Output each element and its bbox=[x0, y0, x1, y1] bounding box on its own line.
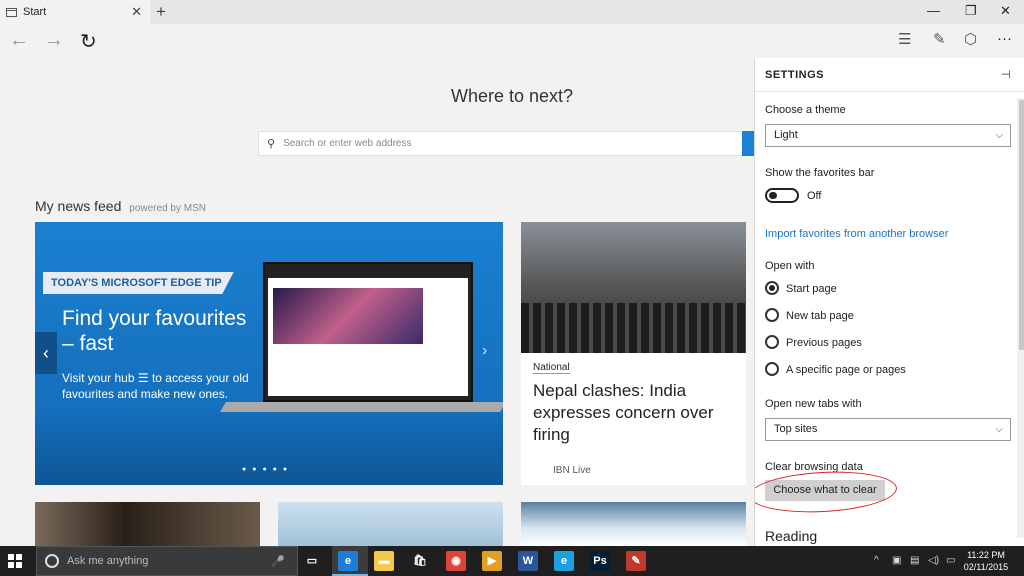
feed-title-text: My news feed bbox=[35, 198, 122, 214]
tab-close-icon[interactable]: ✕ bbox=[131, 4, 142, 20]
news-photo bbox=[521, 222, 746, 353]
news-feed-title: My news feed powered by MSN bbox=[35, 198, 206, 214]
new-tabs-label: Open new tabs with bbox=[765, 398, 862, 410]
refresh-button[interactable]: ↻ bbox=[80, 29, 97, 54]
divider bbox=[755, 91, 1024, 92]
page-heading: Where to next? bbox=[450, 86, 574, 106]
radio-start-page[interactable] bbox=[765, 281, 779, 295]
taskbar: Ask me anything 🎤 ▭ e ▬ 🛍 ◉ ▶ We Ps ✎ ^ ▣ ▤ ◁) ▭… bbox=[0, 546, 1024, 576]
file-explorer-icon[interactable]: ▬ bbox=[374, 551, 394, 571]
action-center-icon[interactable]: ▭ bbox=[946, 555, 955, 566]
hub-icon[interactable]: ☰ bbox=[898, 30, 911, 48]
more-icon[interactable]: ··· bbox=[997, 30, 1012, 47]
import-favorites-link[interactable]: Import favorites from another browser bbox=[765, 228, 948, 240]
radio-specific-pages[interactable] bbox=[765, 362, 779, 376]
search-input[interactable]: ⚲ Search or enter web address bbox=[258, 131, 750, 156]
tab-bar: Start ✕ + — ❐ ✕ bbox=[0, 0, 1024, 24]
minimize-button[interactable]: — bbox=[927, 3, 940, 18]
chevron-down-icon: ⌵ bbox=[995, 130, 1003, 141]
open-with-label: Open with bbox=[765, 260, 815, 272]
reading-section-title: Reading bbox=[765, 528, 818, 544]
notification-icon[interactable]: ▣ bbox=[892, 555, 901, 566]
settings-pane: SETTINGS ⊣ Choose a theme Light ⌵ Show t… bbox=[754, 58, 1024, 546]
hub-icon: ☰ bbox=[137, 371, 149, 385]
radio-new-tab-page[interactable] bbox=[765, 308, 779, 322]
cortana-placeholder: Ask me anything bbox=[67, 555, 149, 567]
radio-label: New tab page bbox=[786, 310, 854, 322]
radio-label: Start page bbox=[786, 283, 837, 295]
restore-button[interactable]: ❐ bbox=[965, 3, 977, 19]
carousel-dots[interactable]: ●●●●● bbox=[242, 466, 293, 473]
chrome-icon[interactable]: ◉ bbox=[446, 551, 466, 571]
edge-tip-card[interactable]: TODAY'S MICROSOFT EDGE TIP Find your fav… bbox=[35, 222, 503, 485]
news-source: IBN Live bbox=[553, 465, 591, 476]
favorites-bar-state: Off bbox=[807, 190, 822, 202]
settings-scrollbar[interactable] bbox=[1017, 98, 1024, 538]
theme-label: Choose a theme bbox=[765, 104, 846, 116]
web-note-icon[interactable]: ✎ bbox=[933, 30, 946, 48]
favorites-bar-toggle[interactable] bbox=[765, 188, 799, 203]
theme-value: Light bbox=[774, 129, 798, 141]
radio-previous-pages[interactable] bbox=[765, 335, 779, 349]
tip-badge: TODAY'S MICROSOFT EDGE TIP bbox=[43, 272, 234, 294]
show-hidden-icons[interactable]: ^ bbox=[874, 555, 879, 566]
news-category[interactable]: National bbox=[533, 362, 570, 374]
tab-title: Start bbox=[23, 6, 47, 18]
new-tabs-select[interactable]: Top sites ⌵ bbox=[765, 418, 1011, 441]
edge-icon[interactable]: e bbox=[338, 551, 358, 571]
clock-date: 02/11/2015 bbox=[963, 562, 1009, 572]
cortana-icon bbox=[45, 554, 59, 568]
laptop-illustration bbox=[220, 262, 503, 412]
task-view-icon[interactable]: ▭ bbox=[302, 551, 322, 571]
navigation-bar: ← → ↻ ☰ ✎ ⬡ ··· bbox=[0, 24, 1024, 58]
volume-icon[interactable]: ◁) bbox=[928, 555, 939, 566]
feed-powered-by: powered by MSN bbox=[129, 203, 206, 214]
news-thumbnail[interactable] bbox=[278, 502, 503, 546]
windows-start-icon[interactable] bbox=[8, 554, 22, 568]
search-placeholder: Search or enter web address bbox=[283, 138, 412, 149]
paint-icon[interactable]: ✎ bbox=[626, 551, 646, 571]
close-window-button[interactable]: ✕ bbox=[1000, 3, 1011, 19]
tip-description: Visit your hub ☰ to access your old favo… bbox=[62, 370, 262, 402]
microphone-icon[interactable]: 🎤 bbox=[271, 555, 285, 568]
media-player-icon[interactable]: ▶ bbox=[482, 551, 502, 571]
news-card[interactable]: National Nepal clashes: India expresses … bbox=[521, 222, 746, 485]
word-icon[interactable]: W bbox=[518, 551, 538, 571]
theme-select[interactable]: Light ⌵ bbox=[765, 124, 1011, 147]
photoshop-icon[interactable]: Ps bbox=[590, 551, 610, 571]
tab-start[interactable]: Start ✕ bbox=[0, 0, 150, 24]
internet-explorer-icon[interactable]: e bbox=[554, 551, 574, 571]
radio-label: A specific page or pages bbox=[786, 364, 906, 376]
pin-icon[interactable]: ⊣ bbox=[1001, 68, 1011, 81]
search-icon: ⚲ bbox=[267, 138, 276, 150]
store-icon[interactable]: 🛍 bbox=[410, 551, 430, 571]
settings-title: SETTINGS bbox=[765, 69, 825, 81]
new-tab-button[interactable]: + bbox=[156, 2, 166, 22]
tip-title: Find your favourites – fast bbox=[62, 307, 247, 355]
news-thumbnail[interactable] bbox=[35, 502, 260, 546]
red-annotation-circle bbox=[755, 468, 898, 516]
forward-button[interactable]: → bbox=[44, 29, 64, 52]
radio-label: Previous pages bbox=[786, 337, 862, 349]
clock-time: 11:22 PM bbox=[967, 550, 1005, 560]
carousel-prev-button[interactable]: ‹ bbox=[35, 332, 57, 374]
back-button[interactable]: ← bbox=[9, 29, 29, 52]
news-headline[interactable]: Nepal clashes: India expresses concern o… bbox=[533, 380, 738, 446]
news-thumbnail[interactable] bbox=[521, 502, 746, 546]
chevron-down-icon: ⌵ bbox=[995, 424, 1003, 435]
page-icon bbox=[6, 7, 17, 17]
favorites-bar-label: Show the favorites bar bbox=[765, 167, 875, 179]
new-tabs-value: Top sites bbox=[774, 423, 818, 435]
share-icon[interactable]: ⬡ bbox=[964, 30, 977, 48]
tip-desc-start: Visit your hub bbox=[62, 371, 135, 385]
cortana-search-input[interactable]: Ask me anything 🎤 bbox=[36, 546, 298, 576]
network-icon[interactable]: ▤ bbox=[910, 555, 919, 566]
taskbar-clock[interactable]: 11:22 PM 02/11/2015 bbox=[960, 549, 1012, 573]
